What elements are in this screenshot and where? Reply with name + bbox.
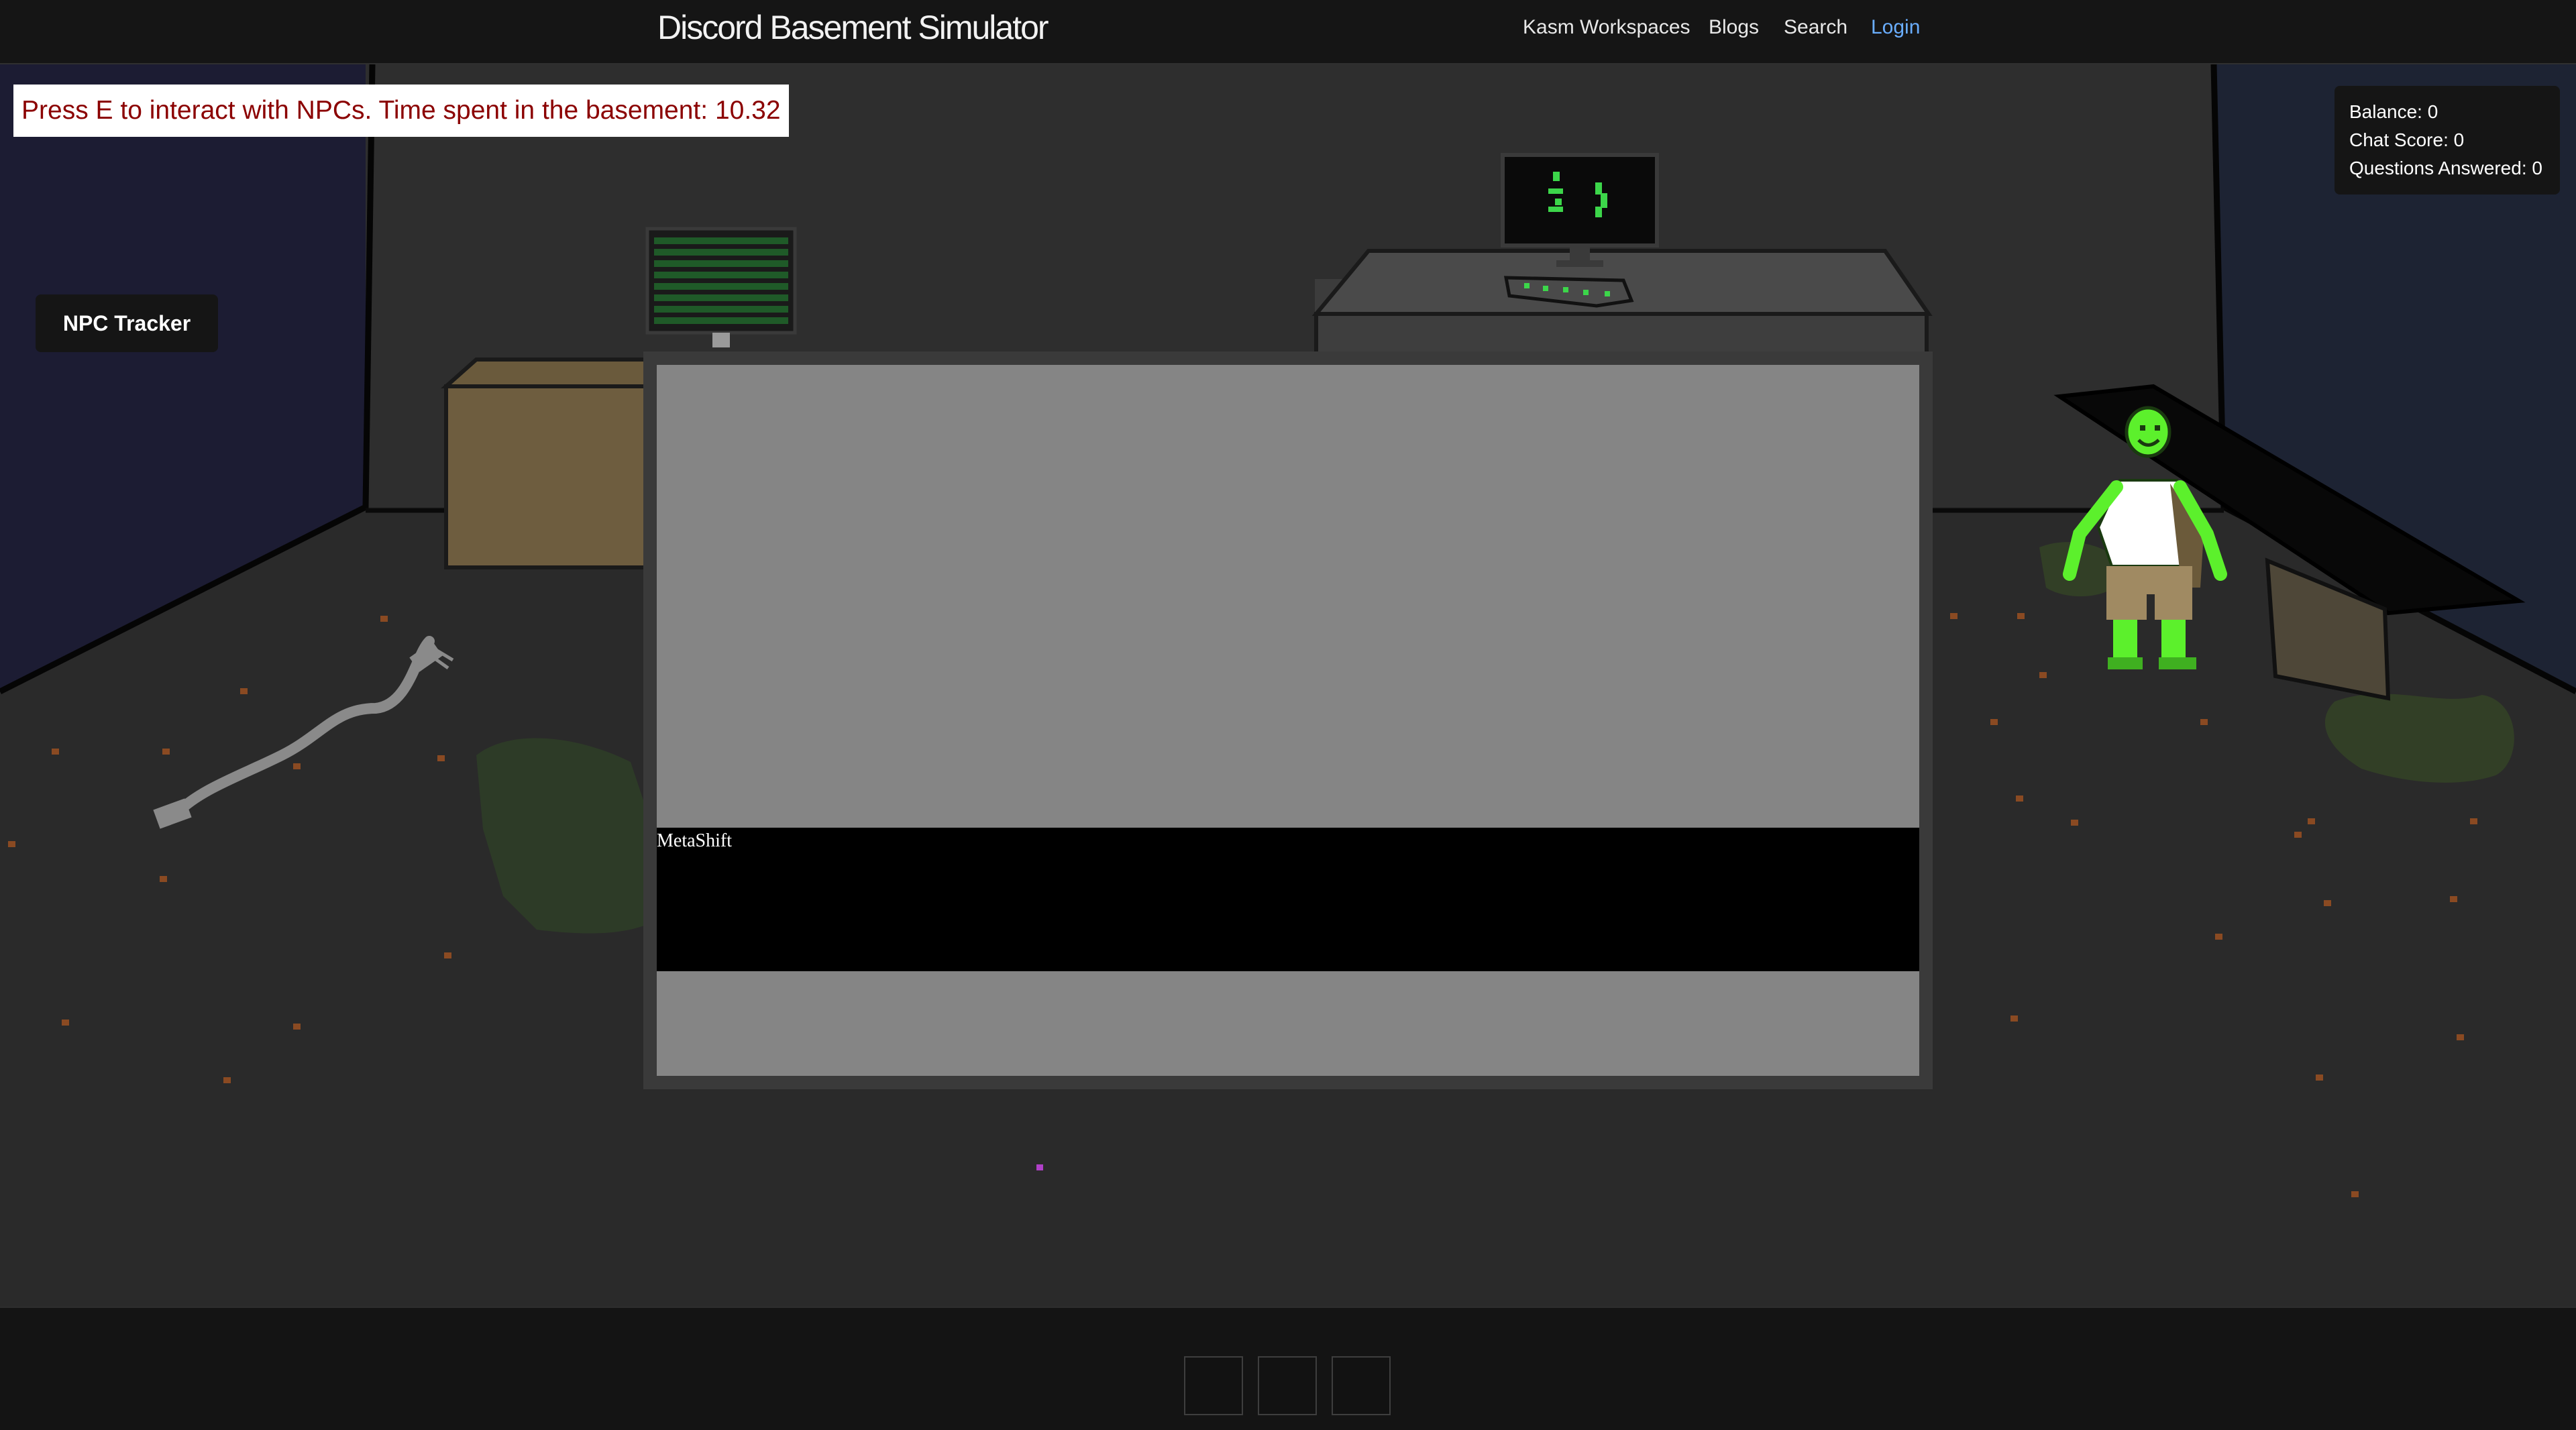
game-canvas[interactable]: Press E to interact with NPCs. Time spen… <box>0 64 2576 1307</box>
stats-panel: Balance: 0 Chat Score: 0 Questions Answe… <box>2334 86 2560 195</box>
nav-link-login[interactable]: Login <box>1871 16 1920 39</box>
speaker-name: MetaShift <box>657 830 732 851</box>
site-title[interactable]: Discord Basement Simulator <box>657 8 1049 47</box>
dialog-input-area[interactable] <box>657 971 1919 1076</box>
dialog-portrait-area <box>657 365 1919 828</box>
bottom-hotbar <box>0 1307 2576 1430</box>
cardboard-box-icon <box>441 358 673 569</box>
nav-link-kasm-workspaces[interactable]: Kasm Workspaces <box>1523 16 1690 39</box>
nav-link-blogs[interactable]: Blogs <box>1709 16 1759 39</box>
dialog-text-area[interactable]: MetaShift <box>657 828 1919 971</box>
hotbar-slot-1[interactable] <box>1184 1356 1243 1415</box>
purple-speck <box>1036 1164 1043 1170</box>
server-rack-icon <box>645 227 797 347</box>
balance-stat: Balance: 0 <box>2349 101 2438 122</box>
instruction-banner: Press E to interact with NPCs. Time spen… <box>13 85 789 137</box>
nav-link-search[interactable]: Search <box>1784 16 1847 39</box>
chat-score-stat: Chat Score: 0 <box>2349 129 2465 150</box>
hotbar-slot-2[interactable] <box>1258 1356 1317 1415</box>
questions-answered-stat: Questions Answered: 0 <box>2349 158 2542 178</box>
hotbar-slot-3[interactable] <box>1332 1356 1391 1415</box>
npc-tracker-button[interactable]: NPC Tracker <box>36 294 218 352</box>
npc-dialog-box: MetaShift <box>643 351 1933 1089</box>
top-navbar: Discord Basement Simulator Kasm Workspac… <box>0 0 2576 64</box>
